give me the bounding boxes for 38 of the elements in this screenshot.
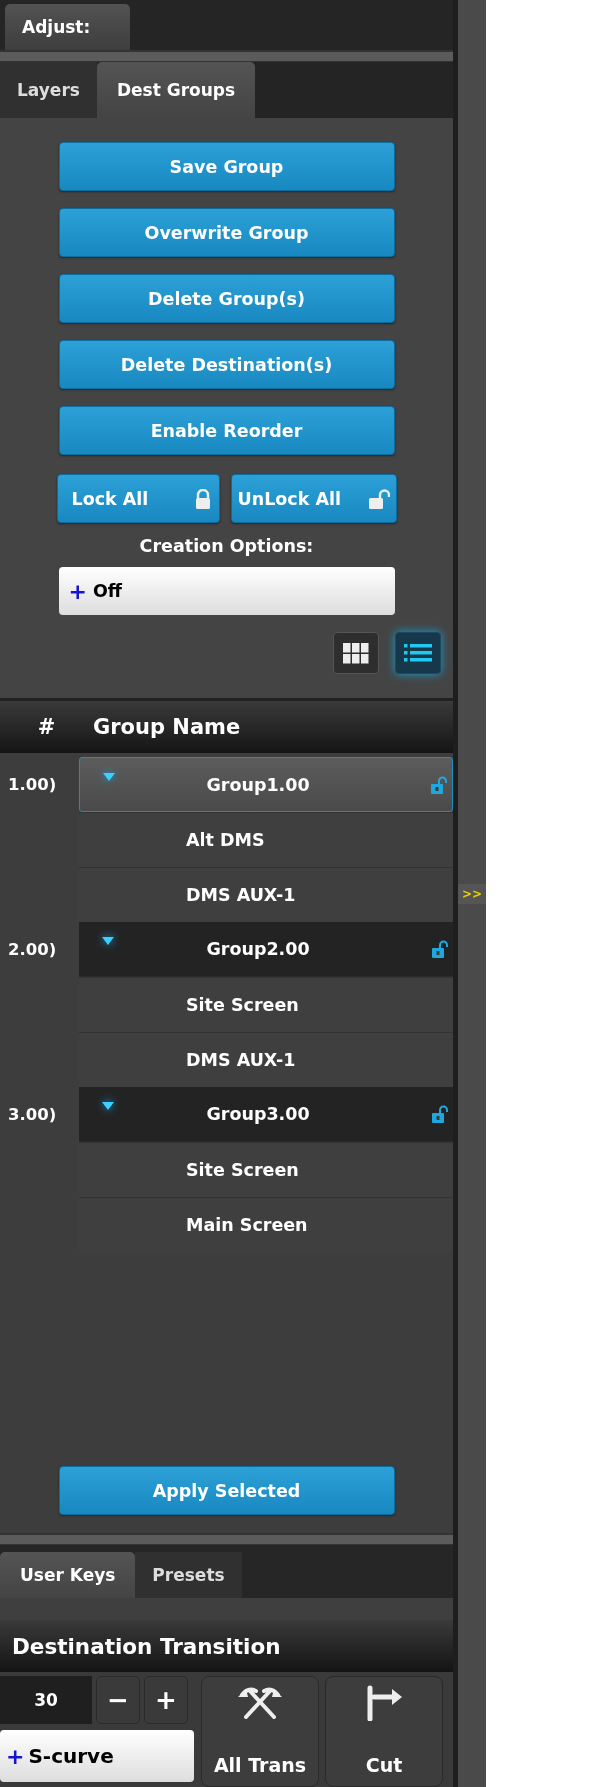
panel-tab[interactable]: Dest Groups <box>96 62 256 118</box>
creation-options-label: Creation Options: <box>139 536 314 556</box>
group-row[interactable]: Group1.00 <box>79 757 453 812</box>
group-number: 3.00) <box>7 1104 58 1126</box>
increment-button[interactable]: + <box>144 1676 188 1724</box>
padlock-icon <box>194 488 211 509</box>
group-row[interactable]: Group3.00 <box>79 1087 453 1142</box>
expand-caret-icon[interactable] <box>101 936 115 946</box>
column-header: # <box>36 715 57 739</box>
section-title: Destination Transition <box>0 1620 453 1672</box>
group-row[interactable]: Group2.00 <box>79 922 453 977</box>
open-padlock-icon[interactable] <box>431 1105 449 1123</box>
column-header: Group Name <box>93 715 241 739</box>
expand-caret-icon[interactable] <box>102 772 116 782</box>
open-padlock-icon[interactable] <box>430 775 448 794</box>
duration-field[interactable]: 30 <box>0 1676 92 1724</box>
decrement-button[interactable]: − <box>96 1676 140 1724</box>
list-icon <box>404 643 432 663</box>
open-padlock-icon[interactable] <box>431 940 449 958</box>
expand-toggle[interactable]: >> <box>458 884 486 904</box>
bottom-tab[interactable]: Presets <box>135 1552 242 1598</box>
group-number: 2.00) <box>7 939 58 961</box>
splitter-handle[interactable] <box>0 1533 453 1545</box>
crossed-arrows-icon <box>238 1685 282 1719</box>
splitter-handle[interactable] <box>0 50 453 62</box>
adjust-tab[interactable]: Adjust: <box>5 4 130 50</box>
panel-tab[interactable]: Layers <box>0 62 97 118</box>
transition-button[interactable]: All Trans <box>201 1676 319 1787</box>
creation-options-dropdown[interactable]: + Off <box>58 567 395 615</box>
grid-view-button[interactable] <box>333 632 379 674</box>
transition-button[interactable]: Cut <box>325 1676 443 1787</box>
expand-caret-icon[interactable] <box>101 1101 115 1111</box>
open-padlock-icon <box>367 488 390 509</box>
group-number: 1.00) <box>7 774 58 796</box>
list-view-button[interactable] <box>395 632 441 674</box>
grid-icon <box>343 642 369 664</box>
bottom-tab[interactable]: User Keys <box>0 1552 136 1598</box>
curve-dropdown[interactable]: + S-curve <box>0 1730 194 1782</box>
